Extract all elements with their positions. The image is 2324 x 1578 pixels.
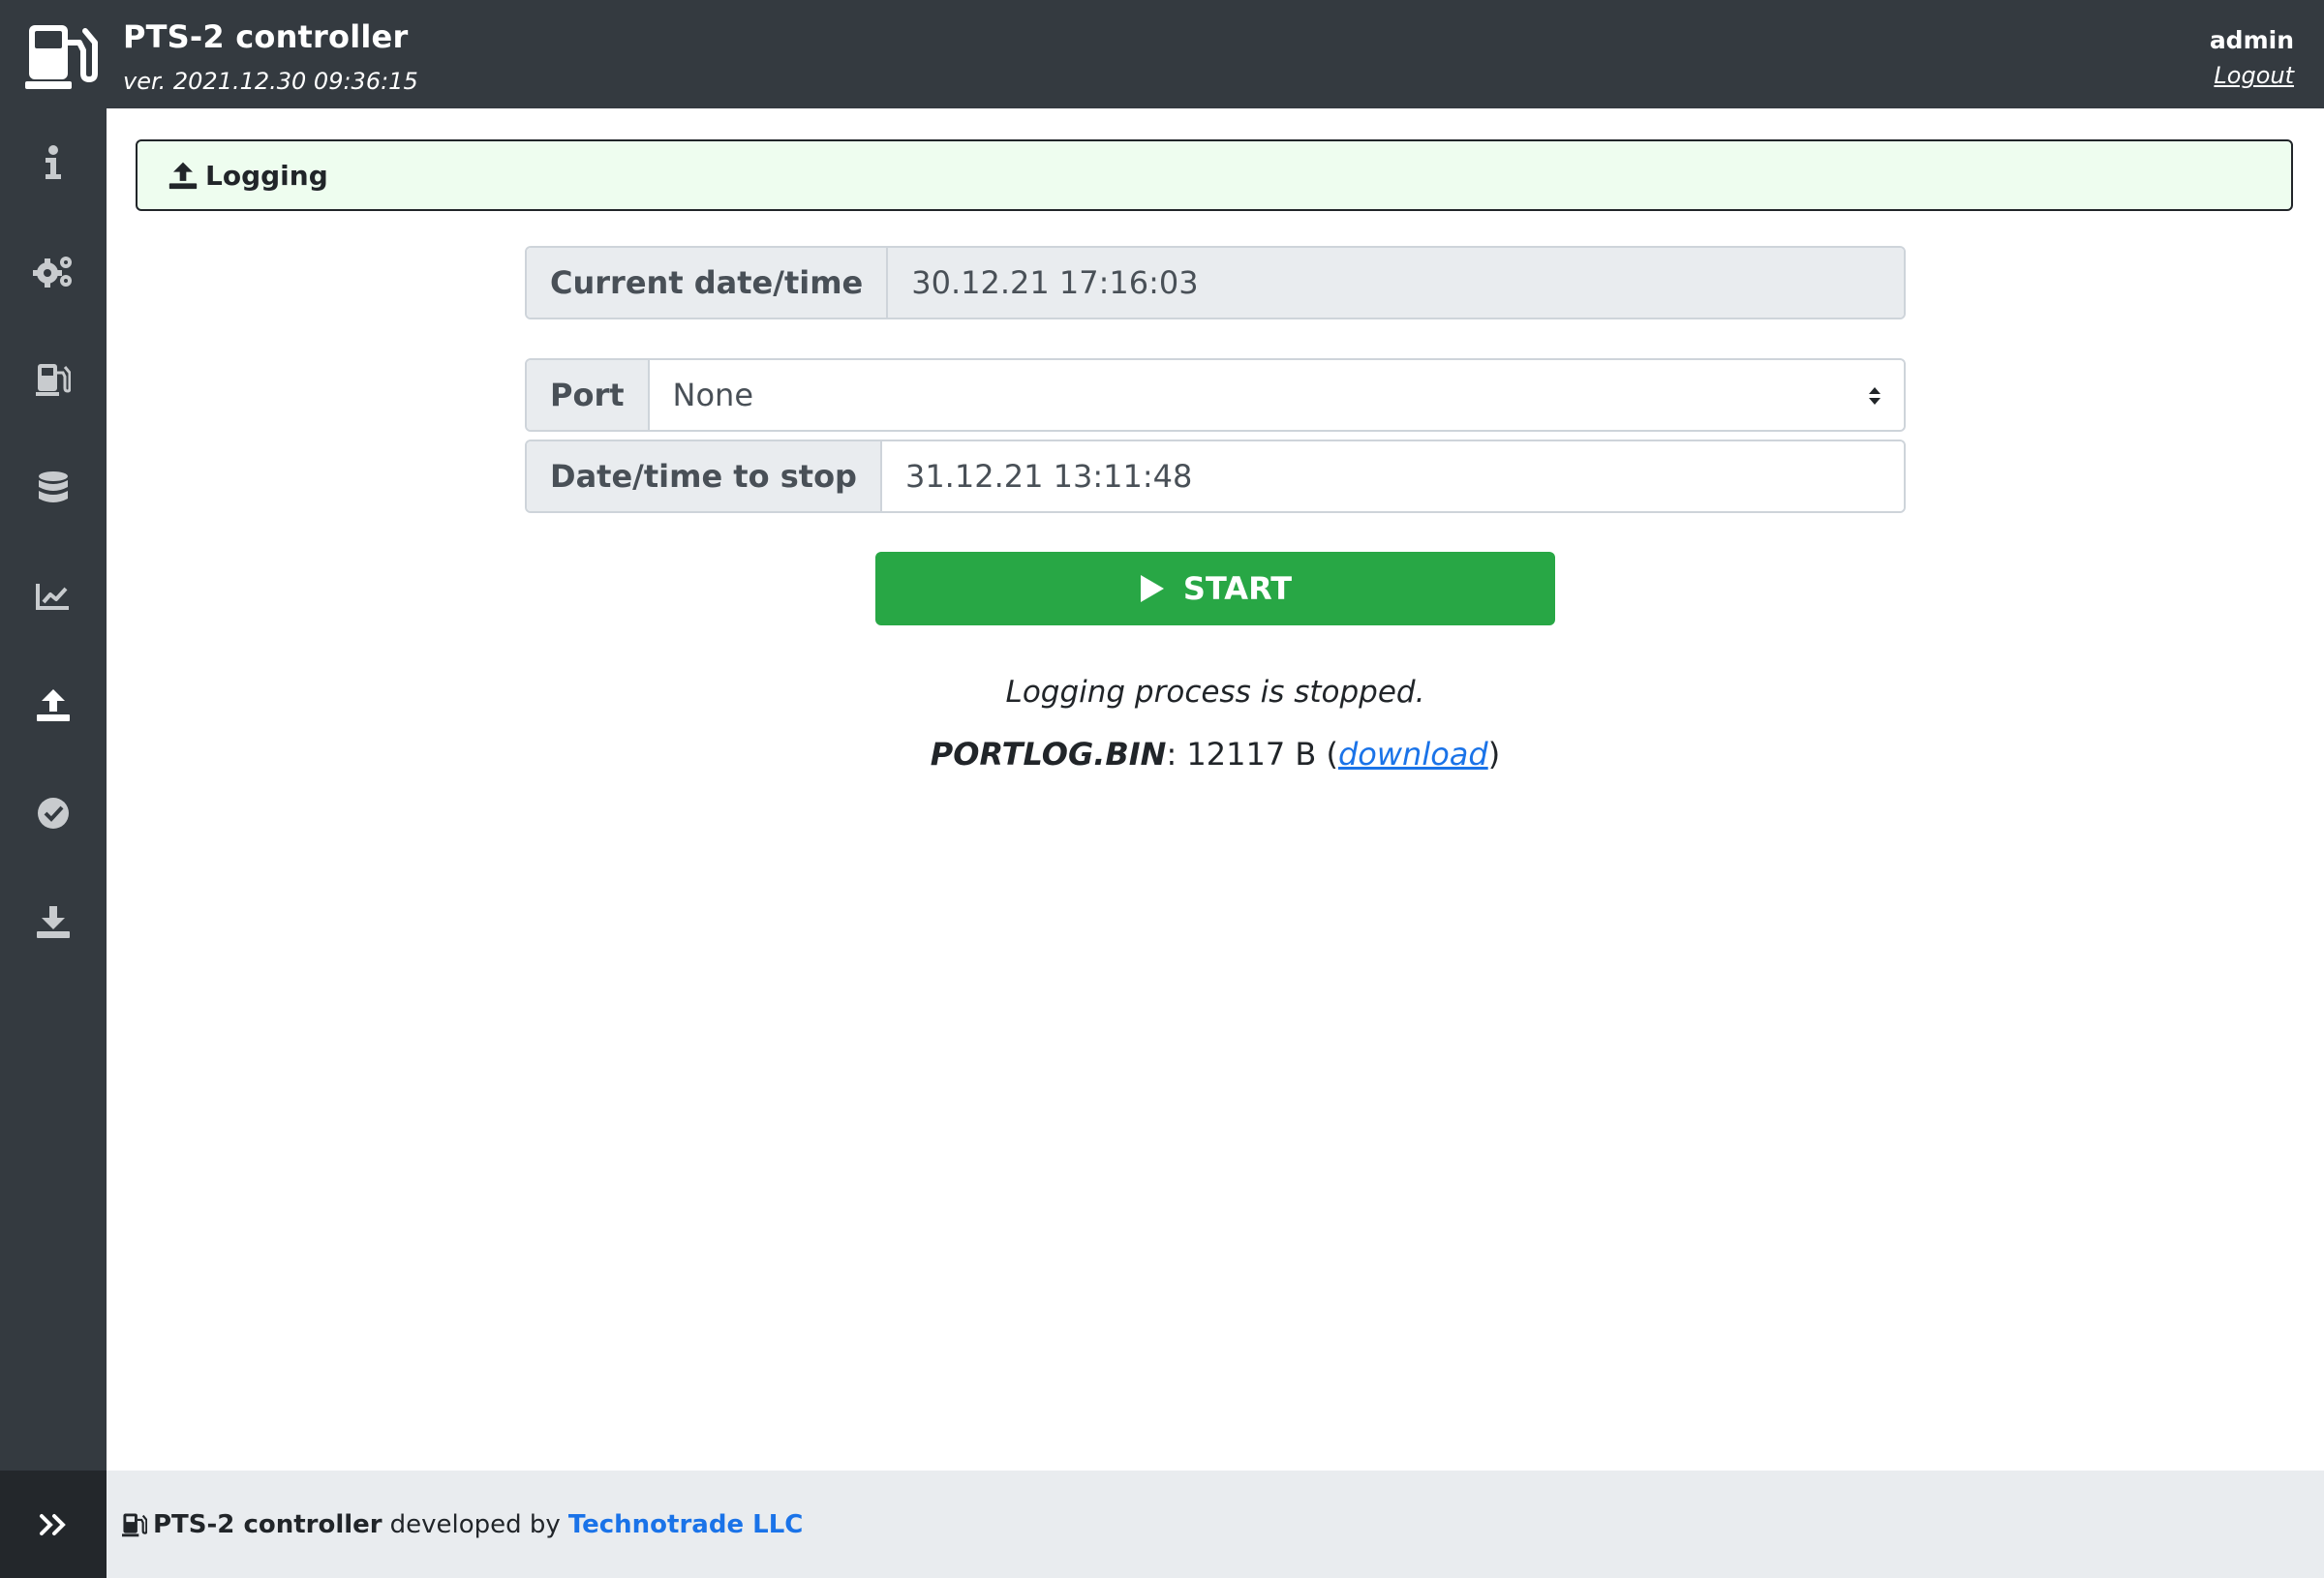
app-title: PTS-2 controller (123, 18, 409, 55)
double-chevron-right-icon (40, 1513, 66, 1535)
log-file-name: PORTLOG.BIN (930, 736, 1167, 773)
log-file-separator: : (1166, 736, 1187, 773)
sidebar-toggle[interactable] (0, 1471, 107, 1578)
start-button[interactable]: START (875, 552, 1555, 625)
sidebar (0, 108, 107, 1578)
upload-icon (168, 162, 198, 190)
play-icon (1140, 575, 1164, 602)
footer-text: developed by (389, 1509, 561, 1539)
download-link[interactable]: download (1338, 736, 1488, 773)
sidebar-item-download[interactable] (0, 883, 107, 960)
select-arrows-icon (1869, 387, 1881, 405)
database-icon (39, 471, 68, 502)
stop-datetime-input[interactable]: 31.12.21 13:11:48 (881, 441, 1904, 511)
sidebar-item-check[interactable] (0, 774, 107, 852)
footer: PTS-2 controller developed by Technotrad… (107, 1471, 2324, 1578)
fuel-pump-icon (36, 364, 71, 396)
log-file-size: 12117 B (1186, 736, 1317, 773)
section-title: Logging (205, 159, 328, 192)
sidebar-item-reports[interactable] (0, 558, 107, 635)
start-button-label: START (1182, 570, 1293, 607)
current-datetime-field: 30.12.21 17:16:03 (888, 248, 1904, 318)
sidebar-item-pumps[interactable] (0, 341, 107, 418)
download-icon (37, 906, 70, 938)
footer-company-link[interactable]: Technotrade LLC (568, 1510, 804, 1539)
logging-status: Logging process is stopped. (1005, 675, 1425, 710)
chart-line-icon (36, 584, 69, 610)
check-circle-icon (38, 798, 69, 829)
footer-brand: PTS-2 controller (153, 1509, 382, 1539)
logout-link[interactable]: Logout (2214, 62, 2294, 89)
stop-datetime-label: Date/time to stop (527, 441, 882, 511)
section-header: Logging (136, 139, 2293, 211)
fuel-pump-icon (122, 1512, 147, 1536)
fuel-pump-icon[interactable] (25, 21, 99, 91)
user-name: admin (2209, 26, 2294, 54)
port-group: Port None (525, 358, 1906, 432)
port-select[interactable]: None (649, 360, 1904, 430)
sidebar-item-database[interactable] (0, 449, 107, 527)
sidebar-item-info[interactable] (0, 124, 107, 201)
gears-icon (33, 257, 72, 288)
sidebar-item-settings[interactable] (0, 232, 107, 310)
log-file-info: PORTLOG.BIN: 12117 B (download) (930, 736, 1501, 773)
app-version: ver. 2021.12.30 09:36:15 (123, 68, 418, 95)
port-label: Port (527, 360, 650, 430)
info-icon (46, 145, 61, 179)
stop-datetime-group: Date/time to stop 31.12.21 13:11:48 (525, 440, 1906, 513)
current-datetime-label: Current date/time (527, 248, 889, 318)
top-navbar: PTS-2 controller ver. 2021.12.30 09:36:1… (0, 0, 2324, 108)
current-datetime-group: Current date/time 30.12.21 17:16:03 (525, 246, 1906, 319)
